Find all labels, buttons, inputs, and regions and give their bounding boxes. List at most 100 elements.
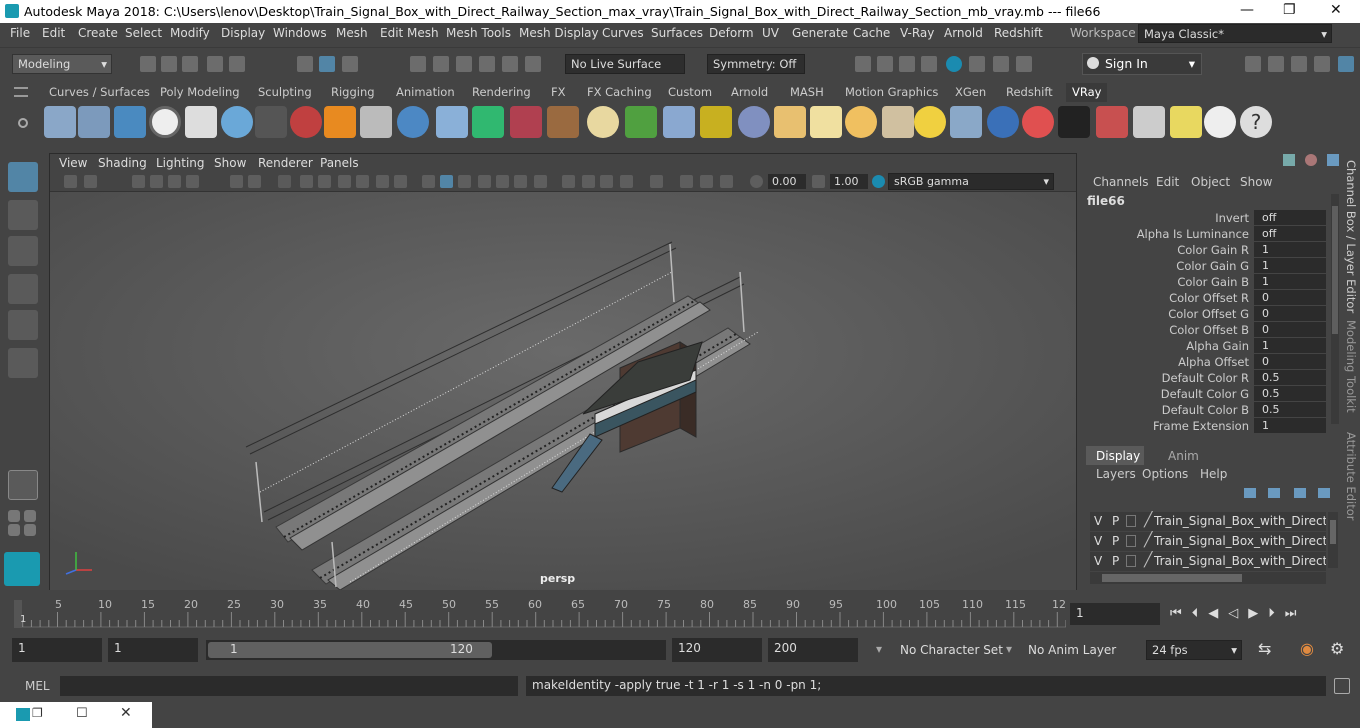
vray-plane-icon[interactable] — [360, 106, 392, 138]
vray-render-icon[interactable] — [44, 106, 76, 138]
scale-tool-icon[interactable] — [8, 348, 38, 378]
vray-flakes-icon[interactable] — [663, 106, 695, 138]
menu-redshift[interactable]: Redshift — [994, 26, 1043, 40]
vray-sphere-icon[interactable] — [397, 106, 429, 138]
attr-row[interactable]: Alpha Gain 1 — [1083, 338, 1341, 354]
visibility-toggle[interactable]: V — [1094, 554, 1102, 568]
viewport-menu-lighting[interactable]: Lighting — [156, 156, 205, 170]
lights-icon[interactable] — [496, 175, 509, 188]
layer-menu-help[interactable]: Help — [1200, 467, 1227, 481]
vray-cloud-icon[interactable] — [1204, 106, 1236, 138]
character-set-select[interactable]: No Character Set — [900, 643, 1003, 657]
fps-select[interactable]: 24 fps ▾ — [1146, 640, 1242, 660]
menu-surfaces[interactable]: Surfaces — [651, 26, 703, 40]
vray-omni-light-icon[interactable] — [914, 106, 946, 138]
layer-name[interactable]: Train_Signal_Box_with_Direct_Rai — [1154, 534, 1326, 548]
menu-create[interactable]: Create — [78, 26, 118, 40]
hypershade-icon[interactable] — [946, 56, 962, 72]
script-editor-icon[interactable] — [1334, 678, 1350, 694]
vray-settings-icon[interactable] — [185, 106, 217, 138]
vray-dome-icon[interactable] — [774, 106, 806, 138]
xray-joints-icon[interactable] — [600, 175, 613, 188]
camera-lock-icon[interactable] — [84, 175, 97, 188]
vray-fur-icon[interactable] — [510, 106, 542, 138]
menu-arnold[interactable]: Arnold — [944, 26, 983, 40]
channel-menu-edit[interactable]: Edit — [1156, 175, 1179, 189]
light-editor-icon[interactable] — [993, 56, 1009, 72]
attr-row[interactable]: Color Gain R 1 — [1083, 242, 1341, 258]
attr-value[interactable]: 1 — [1254, 338, 1326, 353]
tab-attribute-editor[interactable]: Attribute Editor — [1344, 432, 1358, 520]
frame-all-icon[interactable] — [230, 175, 243, 188]
open-scene-icon[interactable] — [161, 56, 177, 72]
outliner-layout-icon[interactable] — [8, 524, 20, 536]
chevron-down-icon[interactable]: ▾ — [876, 642, 882, 656]
shadows-icon[interactable] — [514, 175, 527, 188]
camera-select-icon[interactable] — [64, 175, 77, 188]
layer-vertical-scrollbar[interactable] — [1328, 512, 1338, 568]
layer-name[interactable]: Train_Signal_Box_with_Direct_Rai — [1154, 554, 1326, 568]
lasso-tool-icon[interactable] — [8, 200, 38, 230]
attr-row[interactable]: Invert off — [1083, 210, 1341, 226]
vray-proxy-icon[interactable] — [436, 106, 468, 138]
two-view-layout-icon[interactable] — [24, 510, 36, 522]
play-forwards-icon[interactable]: ▶ — [1248, 606, 1268, 621]
new-layer-selected-icon[interactable] — [1318, 488, 1330, 498]
vray-fire-icon[interactable] — [324, 106, 356, 138]
anti-aliasing-icon[interactable] — [720, 175, 733, 188]
visibility-toggle[interactable]: V — [1094, 534, 1102, 548]
sign-in-button[interactable]: Sign In ▾ — [1082, 53, 1202, 75]
ambient-occlusion-icon[interactable] — [534, 175, 547, 188]
vray-spot-light-icon[interactable] — [810, 106, 842, 138]
playback-start-field[interactable]: 1 — [108, 638, 198, 662]
attr-value[interactable]: 1 — [1254, 258, 1326, 273]
help-icon[interactable]: ? — [1240, 106, 1272, 138]
ipr-render-icon[interactable] — [899, 56, 915, 72]
graph-layout-icon[interactable] — [24, 524, 36, 536]
resolution-gate-icon[interactable] — [318, 175, 331, 188]
wireframe-icon[interactable] — [422, 175, 435, 188]
grid-icon[interactable] — [278, 175, 291, 188]
loop-icon[interactable]: ⇆ — [1258, 639, 1271, 658]
snap-projected-icon[interactable] — [479, 56, 495, 72]
channel-menu-show[interactable]: Show — [1240, 175, 1272, 189]
attr-value[interactable]: 0 — [1254, 354, 1326, 369]
smooth-shade-icon[interactable] — [440, 175, 453, 188]
vray-logo-icon[interactable] — [149, 106, 181, 138]
live-surface-field[interactable]: No Live Surface — [565, 54, 685, 74]
step-back-key-icon[interactable]: ⏴ — [1192, 606, 1209, 621]
menu-generate[interactable]: Generate — [792, 26, 848, 40]
layer-color-icon[interactable]: ╱ — [1144, 532, 1152, 548]
move-layer-down-icon[interactable] — [1268, 488, 1280, 498]
textured-icon[interactable] — [478, 175, 491, 188]
workspace-select[interactable]: Maya Classic* ▾ — [1138, 24, 1332, 43]
channel-box-scrollbar[interactable] — [1331, 194, 1339, 424]
menu-edit-mesh[interactable]: Edit Mesh — [380, 26, 439, 40]
frame-selected-icon[interactable] — [248, 175, 261, 188]
preferences-icon[interactable]: ⚙ — [1330, 639, 1344, 658]
attr-value[interactable]: 0 — [1254, 322, 1326, 337]
symmetry-field[interactable]: Symmetry: Off — [707, 54, 805, 74]
menu-select[interactable]: Select — [125, 26, 162, 40]
snap-curve-icon[interactable] — [433, 56, 449, 72]
vray-material-icon[interactable] — [290, 106, 322, 138]
menu-display[interactable]: Display — [221, 26, 265, 40]
menu-curves[interactable]: Curves — [602, 26, 644, 40]
attr-row[interactable]: Color Gain B 1 — [1083, 274, 1341, 290]
close-icon[interactable]: ✕ — [120, 705, 132, 721]
layer-name[interactable]: Train_Signal_Box_with_Direct_Rai — [1154, 514, 1326, 528]
xray-icon[interactable] — [582, 175, 595, 188]
vray-dome-light-icon[interactable] — [221, 106, 253, 138]
channel-box-icon[interactable] — [1338, 56, 1354, 72]
modeling-toolkit-icon[interactable] — [1245, 56, 1261, 72]
move-layer-up-icon[interactable] — [1244, 488, 1256, 498]
reference-toggle[interactable] — [1126, 515, 1136, 527]
vray-sun-icon[interactable] — [845, 106, 877, 138]
layer-color-icon[interactable]: ╱ — [1144, 552, 1152, 568]
menu-file[interactable]: File — [10, 26, 30, 40]
attr-row[interactable]: Color Gain G 1 — [1083, 258, 1341, 274]
attr-row[interactable]: Default Color B 0.5 — [1083, 402, 1341, 418]
vray-editor-icon[interactable] — [1133, 106, 1165, 138]
gate-mask-icon[interactable] — [338, 175, 351, 188]
viewport-menu-panels[interactable]: Panels — [320, 156, 359, 170]
